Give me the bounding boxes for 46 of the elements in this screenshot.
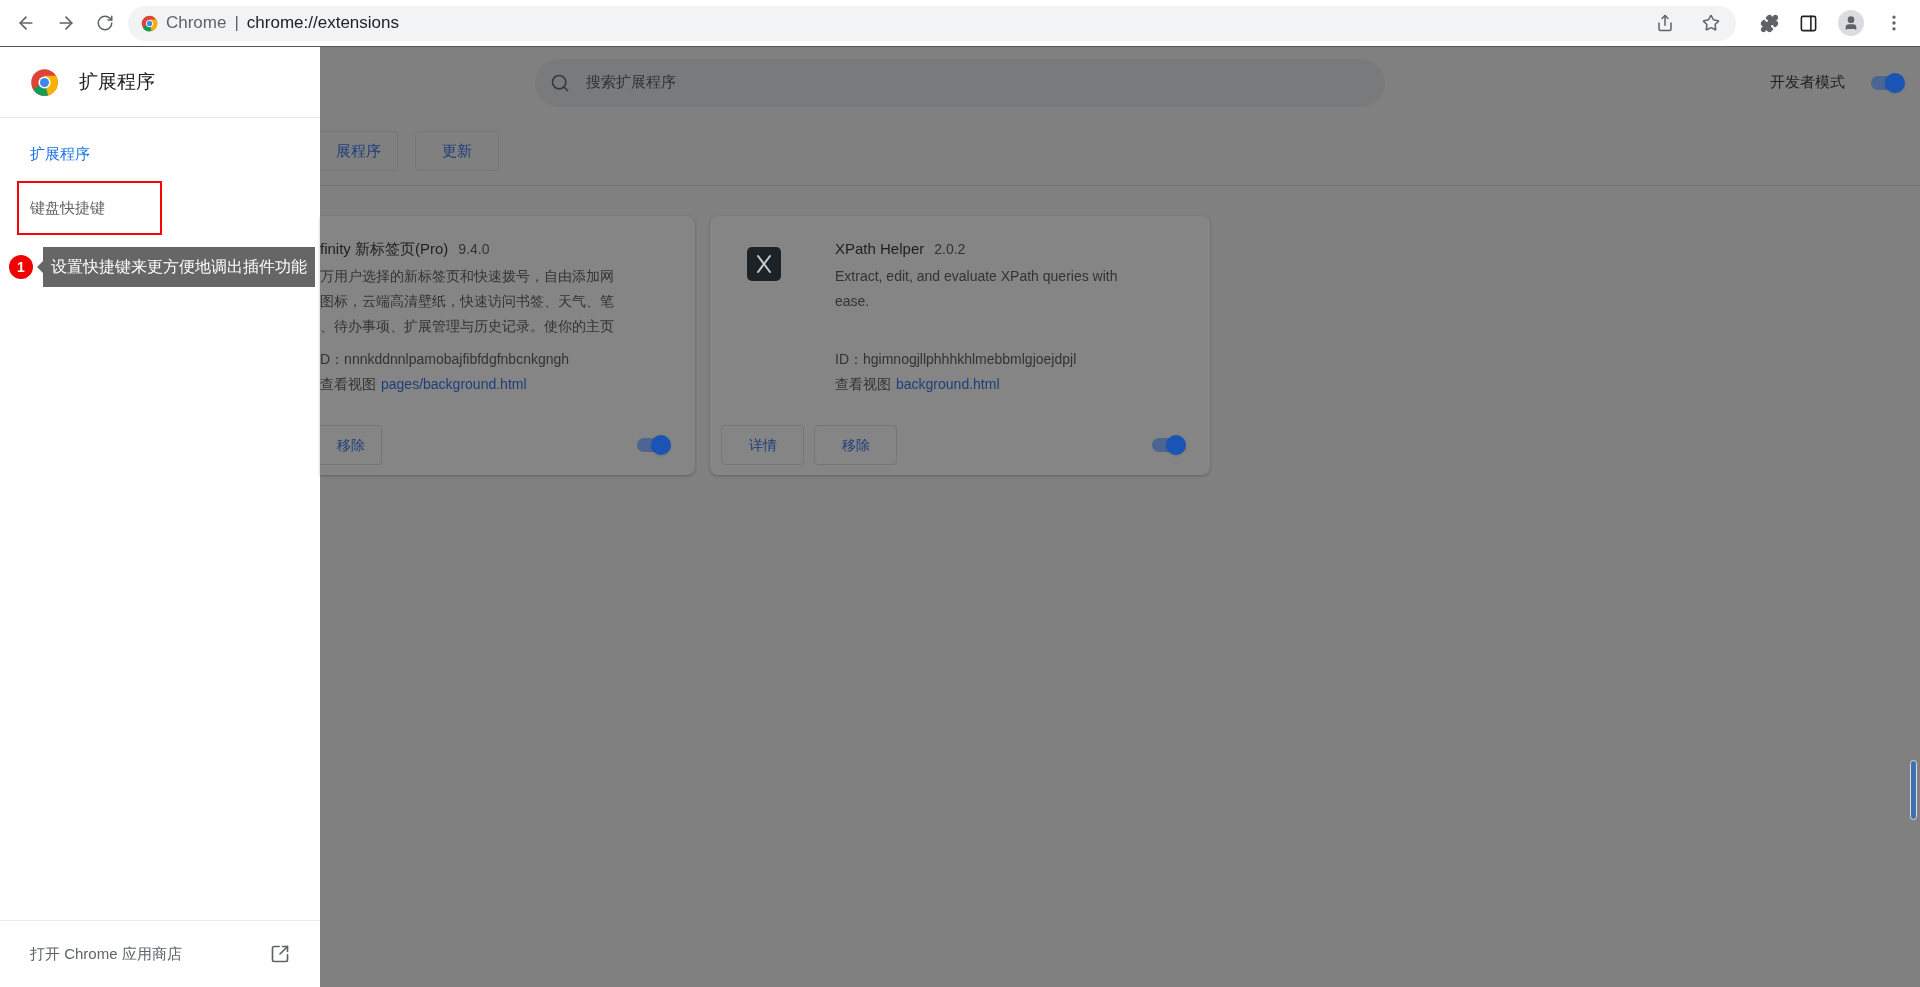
url-text: chrome://extensions (246, 12, 399, 35)
search-icon (550, 72, 570, 93)
view-link[interactable]: background.html (896, 372, 1000, 397)
card-button[interactable]: 移除 (814, 425, 897, 465)
profile-avatar[interactable] (1838, 10, 1865, 36)
extensions-icon[interactable] (1760, 13, 1780, 33)
share-icon[interactable] (1656, 14, 1675, 32)
description-line: 图标，云端高清壁纸，快速访问书签、天气、笔 (320, 292, 614, 311)
scrollbar-thumb[interactable] (1910, 760, 1917, 820)
search-field[interactable]: 搜索扩展程序 (535, 58, 1385, 107)
address-bar[interactable]: Chrome | chrome://extensions (127, 5, 1737, 41)
description-line: ease. (835, 292, 871, 311)
url-separator: | (234, 12, 239, 35)
reload-icon[interactable] (95, 14, 114, 32)
tooltip-text: 设置快捷键来更方便地调出插件功能 (43, 247, 315, 287)
sidebar-title: 扩展程序 (79, 69, 155, 94)
dev-mode-label: 开发者模式 (1770, 72, 1845, 93)
sidebar-item[interactable]: 扩展程序 (17, 127, 162, 181)
toolbar-button[interactable]: 展程序 (320, 131, 398, 171)
search-placeholder: 搜索扩展程序 (586, 72, 676, 93)
view-label: 查看视图 (835, 375, 891, 394)
description-line: 万用户选择的新标签页和快速拨号，自由添加网 (320, 267, 614, 286)
card-button[interactable]: 移除 (320, 425, 382, 465)
extension-id: D：nnnkddnnlpamobajfibfdgfnbcnkgngh (320, 350, 571, 369)
view-label: 查看视图 (320, 375, 376, 394)
sidebar-item[interactable]: 键盘快捷键 (17, 181, 162, 235)
web-store-link[interactable]: 打开 Chrome 应用商店 (30, 942, 182, 966)
external-link-icon[interactable] (270, 944, 290, 964)
dev-mode-toggle[interactable] (1869, 72, 1905, 93)
description-line: 、待办事项、扩展管理与历史记录。使你的主页 (320, 317, 614, 336)
extension-id: ID：hgimnogjllphhhkhlmebbmlgjoejdpjl (835, 350, 1078, 369)
card-button[interactable]: 详情 (721, 425, 804, 465)
bookmark-star-icon[interactable] (1702, 14, 1721, 32)
extension-name: XPath Helper (835, 239, 925, 259)
side-panel-icon[interactable] (1799, 13, 1819, 33)
toolbar-button[interactable]: 更新 (415, 131, 499, 171)
extension-version: 9.4.0 (458, 240, 490, 259)
enable-toggle[interactable] (635, 435, 671, 455)
site-label: Chrome (165, 12, 227, 35)
view-link[interactable]: pages/background.html (381, 372, 527, 397)
chrome-icon (140, 14, 158, 32)
extension-name: finity 新标签页(Pro) (320, 239, 449, 259)
description-line: Extract, edit, and evaluate XPath queries with (835, 267, 1118, 286)
enable-toggle[interactable] (1150, 435, 1186, 455)
extension-version: 2.0.2 (934, 240, 966, 259)
chrome-logo (30, 67, 59, 97)
